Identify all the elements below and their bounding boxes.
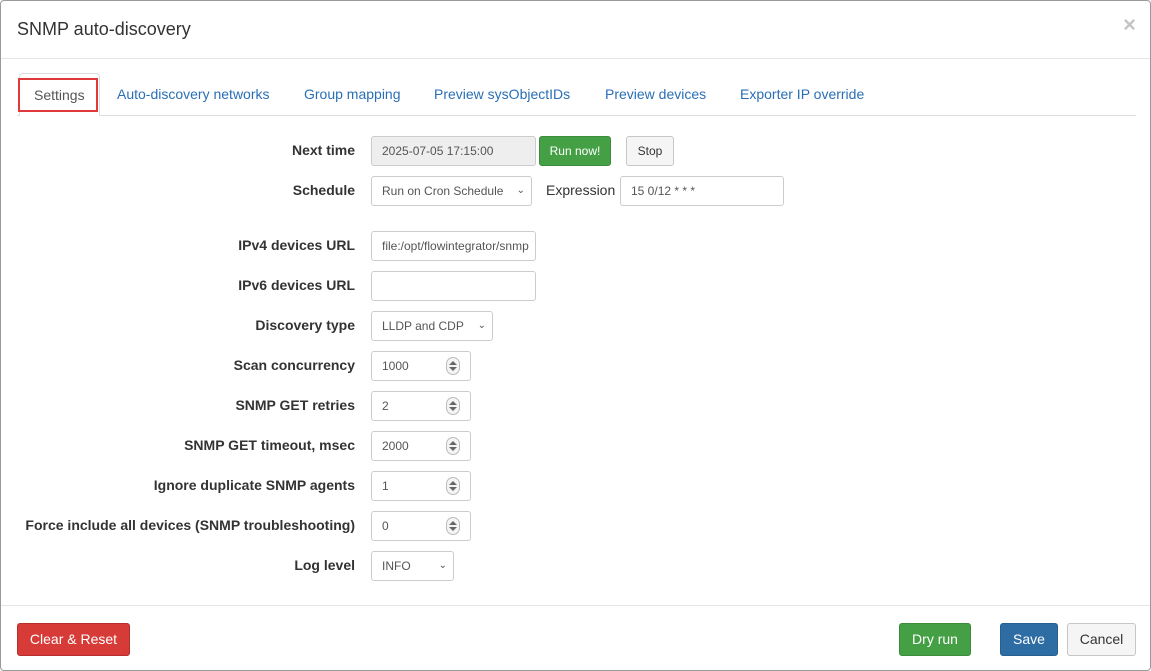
dialog-title: SNMP auto-discovery xyxy=(17,19,191,39)
discovery-type-select[interactable]: LLDP and CDP ⌄ xyxy=(371,311,493,341)
chevron-down-icon: ⌄ xyxy=(438,560,447,571)
spinner-icon[interactable] xyxy=(446,397,460,415)
expression-label: Expression xyxy=(546,182,616,198)
spinner-icon[interactable] xyxy=(446,437,460,455)
close-icon[interactable]: × xyxy=(1123,13,1136,37)
schedule-label: Schedule xyxy=(292,182,355,198)
tab-bar: Settings Auto-discovery networks Group m… xyxy=(17,73,1136,116)
force-include-label: Force include all devices (SNMP troubles… xyxy=(25,517,355,533)
tab-auto-discovery-networks[interactable]: Auto-discovery networks xyxy=(117,73,270,115)
spinner-icon[interactable] xyxy=(446,517,460,535)
expression-input[interactable]: 15 0/12 * * * xyxy=(620,176,784,206)
discovery-type-value: LLDP and CDP xyxy=(382,319,464,333)
ignore-duplicate-input[interactable]: 1 xyxy=(371,471,471,501)
ipv6-url-input[interactable] xyxy=(371,271,536,301)
log-level-value: INFO xyxy=(382,559,411,573)
schedule-select[interactable]: Run on Cron Schedule ⌄ xyxy=(371,176,532,206)
dialog-header: SNMP auto-discovery × xyxy=(1,1,1150,59)
scan-concurrency-input[interactable]: 1000 xyxy=(371,351,471,381)
spinner-icon[interactable] xyxy=(446,477,460,495)
snmp-auto-discovery-dialog: SNMP auto-discovery × Settings Auto-disc… xyxy=(0,0,1151,671)
log-level-select[interactable]: INFO ⌄ xyxy=(371,551,454,581)
ipv4-url-input[interactable]: file:/opt/flowintegrator/snmp xyxy=(371,231,536,261)
chevron-down-icon: ⌄ xyxy=(516,185,525,196)
next-time-label: Next time xyxy=(291,142,355,158)
snmp-get-timeout-label: SNMP GET timeout, msec xyxy=(184,437,355,453)
run-now-button[interactable]: Run now! xyxy=(539,136,611,166)
snmp-get-retries-label: SNMP GET retries xyxy=(235,397,355,413)
force-include-input[interactable]: 0 xyxy=(371,511,471,541)
dry-run-button[interactable]: Dry run xyxy=(899,623,971,656)
spinner-icon[interactable] xyxy=(446,357,460,375)
stop-button[interactable]: Stop xyxy=(626,136,674,166)
clear-reset-button[interactable]: Clear & Reset xyxy=(17,623,130,656)
tab-preview-sysobjectids[interactable]: Preview sysObjectIDs xyxy=(434,73,570,115)
tab-preview-devices[interactable]: Preview devices xyxy=(605,73,706,115)
force-include-value: 0 xyxy=(382,519,389,533)
snmp-get-retries-value: 2 xyxy=(382,399,389,413)
tab-group-mapping[interactable]: Group mapping xyxy=(304,73,401,115)
snmp-get-timeout-value: 2000 xyxy=(382,439,409,453)
snmp-get-retries-input[interactable]: 2 xyxy=(371,391,471,421)
discovery-type-label: Discovery type xyxy=(255,317,355,333)
tab-settings[interactable]: Settings xyxy=(19,73,100,116)
scan-concurrency-value: 1000 xyxy=(382,359,409,373)
next-time-field: 2025-07-05 17:15:00 xyxy=(371,136,536,166)
log-level-label: Log level xyxy=(294,557,355,573)
scan-concurrency-label: Scan concurrency xyxy=(233,357,355,373)
chevron-down-icon: ⌄ xyxy=(477,320,486,331)
save-button[interactable]: Save xyxy=(1000,623,1058,656)
tab-exporter-ip-override[interactable]: Exporter IP override xyxy=(740,73,864,115)
ignore-duplicate-value: 1 xyxy=(382,479,389,493)
ipv4-url-label: IPv4 devices URL xyxy=(238,237,355,253)
dialog-footer: Clear & Reset Dry run Save Cancel xyxy=(1,605,1150,670)
ignore-duplicate-label: Ignore duplicate SNMP agents xyxy=(153,477,355,493)
snmp-get-timeout-input[interactable]: 2000 xyxy=(371,431,471,461)
schedule-select-value: Run on Cron Schedule xyxy=(382,184,504,198)
ipv6-url-label: IPv6 devices URL xyxy=(238,277,355,293)
cancel-button[interactable]: Cancel xyxy=(1067,623,1136,656)
